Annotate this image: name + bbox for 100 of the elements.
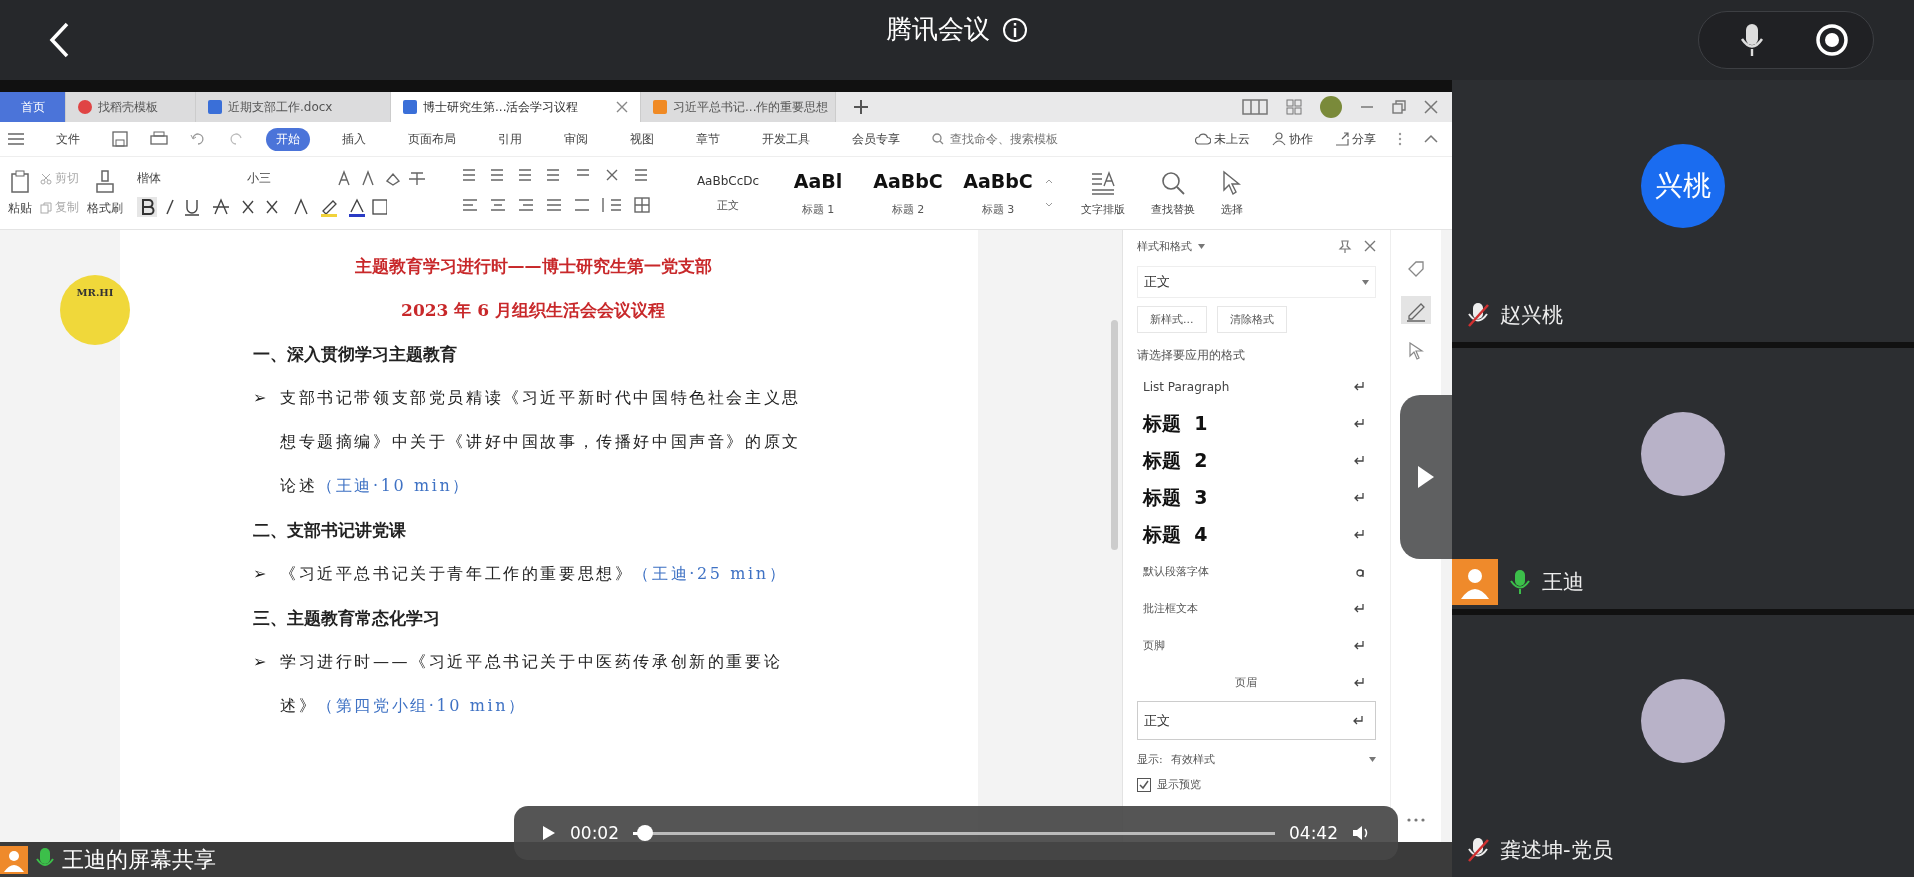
ribbon-tab[interactable]: 章节 xyxy=(686,127,730,151)
style-list-item[interactable]: 标题 2 xyxy=(1137,442,1376,479)
layout-icon[interactable] xyxy=(1242,99,1268,115)
cursor-icon xyxy=(1221,169,1243,196)
collapse-icon[interactable] xyxy=(1424,134,1438,144)
logo-badge: MR.HI xyxy=(60,275,130,345)
document-tab[interactable]: 首页 xyxy=(0,92,66,122)
style-list-item[interactable]: 页眉 xyxy=(1137,664,1376,701)
plus-icon[interactable] xyxy=(854,100,868,114)
ribbon-tab[interactable]: 审阅 xyxy=(554,127,598,151)
pen-icon[interactable] xyxy=(1401,296,1431,324)
style-list-item[interactable]: 标题 1 xyxy=(1137,405,1376,442)
toolbar-button[interactable]: 选择 xyxy=(1221,169,1243,217)
toolbar-action[interactable]: 协作 xyxy=(1272,130,1313,148)
bullet-marker: ➢ xyxy=(253,651,266,673)
play-icon[interactable] xyxy=(542,825,556,841)
ribbon-tab[interactable]: 引用 xyxy=(488,127,532,151)
checkbox[interactable] xyxy=(1137,777,1151,792)
agenda-item-text: 《习近平总书记关于青年工作的重要思想》（王迪·25 min） xyxy=(280,563,789,585)
search-icon xyxy=(932,133,944,145)
more-icon[interactable] xyxy=(1398,132,1402,146)
return-icon xyxy=(1354,382,1364,391)
style-list-item[interactable]: 正文 xyxy=(1137,701,1376,740)
agenda-item-text: 支部书记带领支部党员精读《习近平新时代中国特色社会主义思想专题摘编》中关于《讲好中国故事，传播好中国声音》的原文论述（王迪·10 min） xyxy=(280,387,802,497)
font-size-dropdown[interactable]: 小三 xyxy=(247,169,327,187)
toolbar-button[interactable]: 查找替换 xyxy=(1151,169,1195,217)
ribbon-tab[interactable]: 开发工具 xyxy=(752,127,820,151)
font-name-dropdown[interactable]: 楷体 xyxy=(137,169,237,187)
style-dropdown[interactable]: 正文 xyxy=(1137,266,1376,298)
style-preset[interactable]: AaBl 标题 1 xyxy=(775,169,861,217)
seek-handle[interactable] xyxy=(637,825,654,841)
participant-name: 赵兴桃 xyxy=(1500,301,1563,329)
close-icon[interactable] xyxy=(1424,100,1438,114)
restore-icon[interactable] xyxy=(1392,100,1406,114)
ribbon-tab[interactable]: 会员专享 xyxy=(842,127,910,151)
participant-name: 王迪 xyxy=(1542,569,1584,597)
document-tab[interactable]: 近期支部工作.docx xyxy=(196,92,391,122)
ribbon-tab[interactable]: 视图 xyxy=(620,127,664,151)
document-tab[interactable]: 找稻壳模板 xyxy=(66,92,196,122)
checkbox-label: 显示预览 xyxy=(1157,777,1201,792)
more-icon[interactable] xyxy=(1407,818,1425,822)
panel-button[interactable]: 新样式... xyxy=(1137,306,1207,333)
style-preset[interactable]: AaBbC 标题 2 xyxy=(865,169,951,217)
caret-icon[interactable] xyxy=(1198,243,1205,249)
style-preset[interactable]: AaBbC 标题 3 xyxy=(955,169,1041,217)
format-painter-button[interactable]: 格式刷 xyxy=(87,169,123,217)
participant-name: 龚述坤-党员 xyxy=(1500,837,1613,864)
toolbar-action[interactable]: 分享 xyxy=(1335,130,1376,148)
style-preset[interactable]: AaBbCcDc 正文 xyxy=(685,173,771,213)
info-icon[interactable] xyxy=(1002,16,1028,43)
grid-icon[interactable] xyxy=(1286,99,1302,115)
section-heading: 一、深入贯彻学习主题教育 xyxy=(253,343,458,366)
panel-button[interactable]: 清除格式 xyxy=(1216,306,1287,333)
volume-icon[interactable] xyxy=(1352,825,1370,841)
microphone-icon[interactable] xyxy=(1739,22,1765,58)
toolbar-button[interactable]: 文字排版 xyxy=(1081,169,1125,217)
panel-prompt: 请选择要应用的格式 xyxy=(1137,347,1246,364)
ribbon-tab[interactable]: 开始 xyxy=(266,127,310,151)
document-subtitle: 2023 年 6 月组织生活会会议议程 xyxy=(400,299,666,322)
user-avatar[interactable] xyxy=(1320,96,1342,118)
gallery-scroll-icon[interactable] xyxy=(1045,178,1053,208)
scrollbar-thumb[interactable] xyxy=(1111,320,1118,550)
screen-share-label: 王迪的屏幕共享 xyxy=(62,845,216,874)
floating-panel-handle[interactable] xyxy=(1400,395,1452,559)
style-list-item[interactable]: 页脚 xyxy=(1137,627,1376,664)
close-icon[interactable] xyxy=(1364,240,1376,252)
document-tab[interactable]: 博士研究生第...活会学习议程 xyxy=(391,92,641,122)
style-list-item[interactable]: 标题 3 xyxy=(1137,479,1376,516)
return-icon xyxy=(1354,641,1364,650)
tag-icon[interactable] xyxy=(1407,260,1425,278)
back-icon[interactable] xyxy=(48,21,70,59)
print-icon[interactable] xyxy=(150,131,168,147)
pin-icon[interactable] xyxy=(1338,239,1352,253)
style-list-item[interactable]: 批注框文本 xyxy=(1137,590,1376,627)
play-icon xyxy=(1417,465,1435,489)
cursor-icon[interactable] xyxy=(1408,342,1424,360)
document-tab[interactable]: 习近平总书记...作的重要思想 xyxy=(641,92,836,122)
toolbar-action[interactable]: 未上云 xyxy=(1195,130,1250,148)
style-list-item[interactable]: 默认段落字体 xyxy=(1137,553,1376,590)
ribbon-tab[interactable]: 文件 xyxy=(46,127,90,151)
return-icon xyxy=(1354,456,1364,465)
style-list-item[interactable]: 标题 4 xyxy=(1137,516,1376,553)
undo-icon[interactable] xyxy=(190,131,206,147)
command-search-field[interactable]: 查找命令、搜索模板 xyxy=(932,131,1082,147)
style-list-item[interactable]: List Paragraph xyxy=(1137,368,1376,405)
save-icon[interactable] xyxy=(112,131,128,147)
show-dropdown[interactable]: 有效样式 xyxy=(1170,752,1376,767)
format-tools-drawing[interactable] xyxy=(137,197,387,217)
return-icon xyxy=(1354,604,1364,613)
duration: 04:42 xyxy=(1289,823,1338,843)
clipboard-icon xyxy=(10,169,30,194)
caret-icon xyxy=(1362,279,1369,285)
section-heading: 三、主题教育常态化学习 xyxy=(253,607,441,630)
paste-button[interactable]: 粘贴 xyxy=(8,169,32,217)
record-icon[interactable] xyxy=(1815,23,1849,57)
ribbon-tab[interactable]: 页面布局 xyxy=(398,127,466,151)
agenda-item-text: 学习进行时——《习近平总书记关于中医药传承创新的重要论述》（第四党小组·10 min） xyxy=(280,651,784,717)
menu-icon[interactable] xyxy=(8,133,24,145)
close-icon[interactable] xyxy=(616,101,628,113)
ribbon-tab[interactable]: 插入 xyxy=(332,127,376,151)
